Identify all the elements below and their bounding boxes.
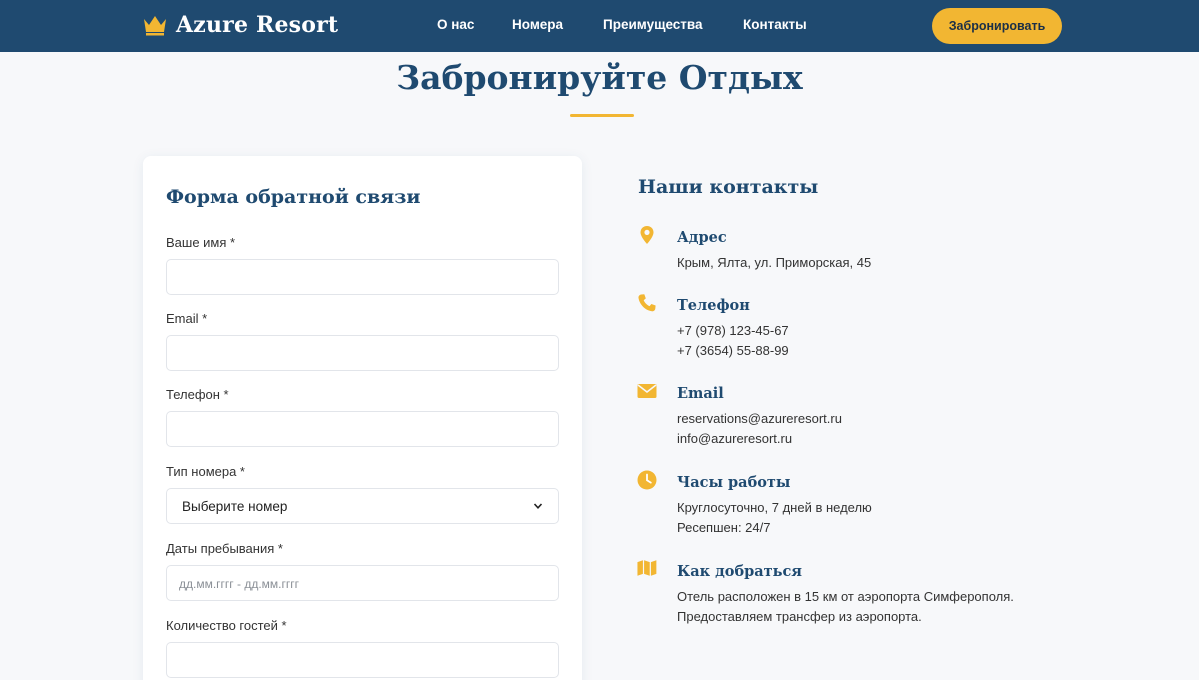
address-line-1: Крым, Ялта, ул. Приморская, 45 xyxy=(677,255,872,270)
hours-heading: Часы работы xyxy=(677,474,791,491)
phone-input[interactable] xyxy=(166,411,559,447)
guests-label: Количество гостей * xyxy=(166,618,287,633)
clock-icon xyxy=(637,470,657,490)
dates-input[interactable] xyxy=(166,565,559,601)
book-button[interactable]: Забронировать xyxy=(932,8,1062,44)
directions-line-1: Отель расположен в 15 км от аэропорта Си… xyxy=(677,589,1014,604)
email-label: Email * xyxy=(166,311,208,326)
map-icon xyxy=(637,560,657,576)
nav-contacts[interactable]: Контакты xyxy=(743,17,807,32)
site-header: Azure Resort О нас Номера Преимущества К… xyxy=(0,0,1199,52)
email-line-2: info@azureresort.ru xyxy=(677,431,793,446)
title-underline xyxy=(570,114,634,117)
chevron-down-icon xyxy=(533,503,543,509)
directions-line-2: Предоставляем трансфер из аэропорта. xyxy=(677,609,922,624)
phone-icon xyxy=(638,294,656,312)
room-type-select[interactable]: Выберите номер xyxy=(166,488,559,524)
nav-rooms[interactable]: Номера xyxy=(512,17,563,32)
address-heading: Адрес xyxy=(677,229,727,246)
room-type-label: Тип номера * xyxy=(166,464,245,479)
email-heading: Email xyxy=(677,385,724,402)
feedback-form-card: Форма обратной связи Ваше имя * Email * … xyxy=(143,156,582,680)
envelope-icon xyxy=(637,384,657,398)
email-input[interactable] xyxy=(166,335,559,371)
page-title: Забронируйте Отдых xyxy=(396,58,803,97)
name-label: Ваше имя * xyxy=(166,235,236,250)
phone-line-1: +7 (978) 123-45-67 xyxy=(677,323,789,338)
name-input[interactable] xyxy=(166,259,559,295)
form-title: Форма обратной связи xyxy=(166,186,421,208)
guests-input[interactable] xyxy=(166,642,559,678)
dates-label: Даты пребывания * xyxy=(166,541,283,556)
nav-about[interactable]: О нас xyxy=(437,17,474,32)
phone-line-2: +7 (3654) 55-88-99 xyxy=(677,343,789,358)
room-type-selected: Выберите номер xyxy=(182,498,288,514)
phone-heading: Телефон xyxy=(677,297,750,314)
nav-benefits[interactable]: Преимущества xyxy=(603,17,703,32)
directions-heading: Как добраться xyxy=(677,563,803,580)
hours-line-2: Ресепшен: 24/7 xyxy=(677,520,771,535)
email-line-1: reservations@azureresort.ru xyxy=(677,411,842,426)
map-pin-icon xyxy=(640,226,654,244)
phone-label: Телефон * xyxy=(166,387,229,402)
contacts-title: Наши контакты xyxy=(638,176,819,198)
hours-line-1: Круглосуточно, 7 дней в неделю xyxy=(677,500,872,515)
